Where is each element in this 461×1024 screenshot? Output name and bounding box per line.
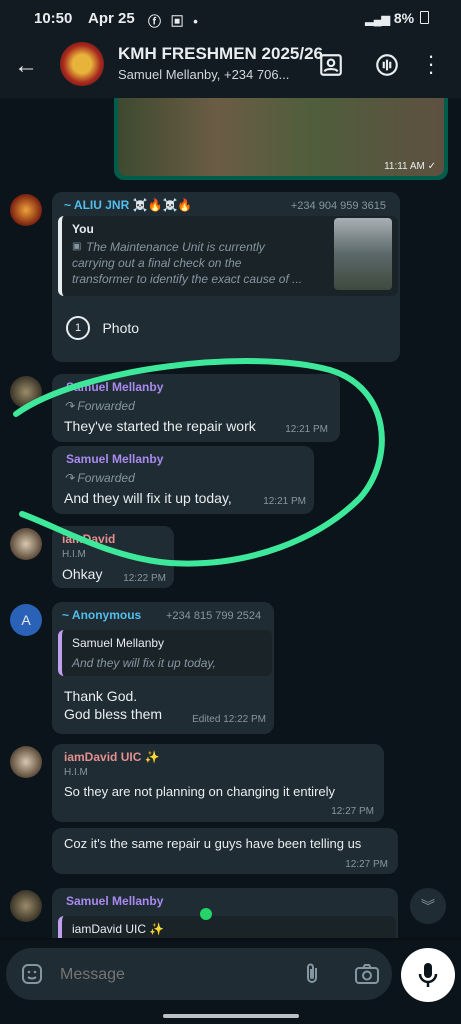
contacts-icon[interactable] (318, 52, 344, 78)
message-input-bar[interactable] (6, 948, 392, 1000)
compose-area (0, 940, 461, 1024)
signal-battery: ▂▄▆ 8% (365, 10, 429, 26)
back-arrow-icon[interactable]: ← (14, 52, 38, 80)
voice-chat-icon[interactable] (374, 52, 400, 78)
signal-icon: ▂▄▆ (365, 14, 390, 26)
status-time: 10:50 (34, 10, 73, 27)
attach-icon[interactable] (302, 962, 324, 986)
battery-icon (420, 11, 429, 24)
status-bar: 10:50 Apr 25 ⓕ ▣ • ▂▄▆ 8% (0, 0, 461, 36)
sticker-icon[interactable] (20, 962, 44, 986)
camera-icon[interactable] (354, 962, 380, 986)
group-avatar[interactable] (60, 42, 104, 86)
more-options-icon[interactable]: · · · (426, 45, 436, 83)
gesture-bar (163, 1014, 299, 1018)
annotation-circle (13, 358, 385, 567)
battery-level: 8% (393, 10, 415, 26)
mic-button[interactable] (401, 948, 455, 1002)
mic-icon (418, 963, 438, 987)
chat-header: ← KMH FRESHMEN 2025/26 Samuel Mellanby, … (0, 36, 461, 98)
group-name[interactable]: KMH FRESHMEN 2025/26 (118, 44, 323, 64)
status-date: Apr 25 (88, 10, 135, 27)
chat-area[interactable]: 11:11 AM ✓ ~ ALIU JNR ☠️🔥☠️🔥 +234 904 95… (0, 98, 461, 938)
group-members[interactable]: Samuel Mellanby, +234 706... (118, 67, 289, 82)
notification-icons: ⓕ ▣ • (148, 14, 201, 29)
message-input[interactable] (58, 962, 262, 988)
